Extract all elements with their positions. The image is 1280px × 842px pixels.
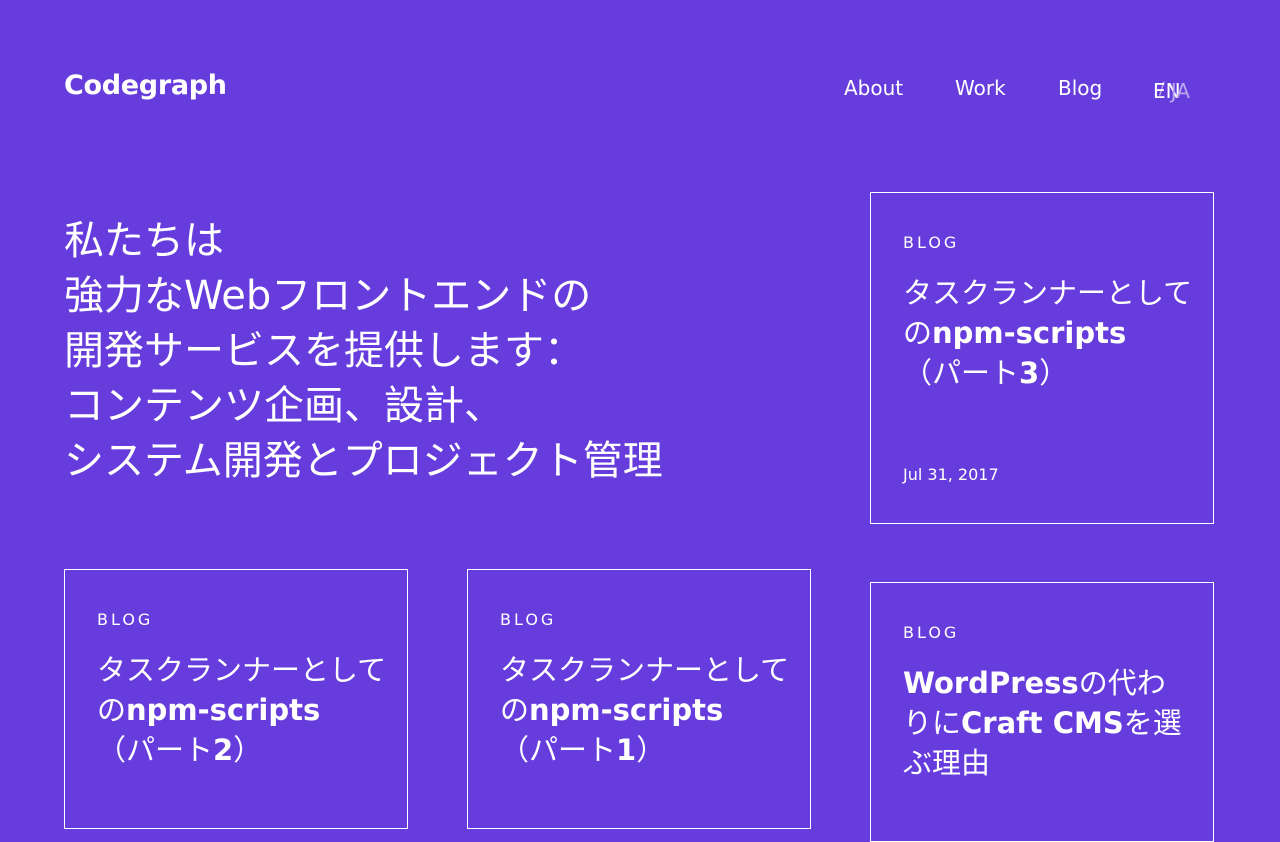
blog-card-npm-scripts-2[interactable]: BLOG タスクランナーとしてのnpm-scripts （パート2） [64,569,408,829]
hero-heading: 私たちは 強力なWebフロントエンドの 開発サービスを提供します： コンテンツ企… [64,214,824,489]
nav-blog[interactable]: Blog [1058,76,1102,100]
card-category: BLOG [500,610,557,629]
nav-work[interactable]: Work [955,76,1006,100]
lang-ja-link[interactable]: JA [1171,79,1190,103]
blog-card-npm-scripts-1[interactable]: BLOG タスクランナーとしてのnpm-scripts （パート1） [467,569,811,829]
card-category: BLOG [903,233,960,252]
blog-card-npm-scripts-3[interactable]: BLOG タスクランナーとしてのnpm-scripts （パート3） Jul 31… [870,192,1214,524]
blog-card-wordpress-craft[interactable]: BLOG WordPressの代わりにCraft CMSを選ぶ理由 [870,582,1214,842]
card-title: タスクランナーとしてのnpm-scripts （パート3） [903,276,1193,390]
card-title: WordPressの代わりにCraft CMSを選ぶ理由 [903,666,1182,780]
main-nav: About Work Blog EN / JA [844,76,1224,103]
hero-line: コンテンツ企画、設計、 [64,383,504,429]
hero-line: 強力なWebフロントエンドの [64,273,592,319]
hero-line: 私たちは [64,218,224,264]
card-title: タスクランナーとしてのnpm-scripts （パート2） [97,653,387,767]
card-category: BLOG [903,623,960,642]
nav-about[interactable]: About [844,76,903,100]
hero-line: 開発サービスを提供します： [64,328,584,374]
card-date: Jul 31, 2017 [903,465,999,484]
card-category: BLOG [97,610,154,629]
card-title: タスクランナーとしてのnpm-scripts （パート1） [500,653,790,767]
hero-line: システム開発とプロジェクト管理 [64,438,663,484]
language-switcher: EN / JA [1153,79,1190,103]
logo-link[interactable]: Codegraph [64,70,227,101]
